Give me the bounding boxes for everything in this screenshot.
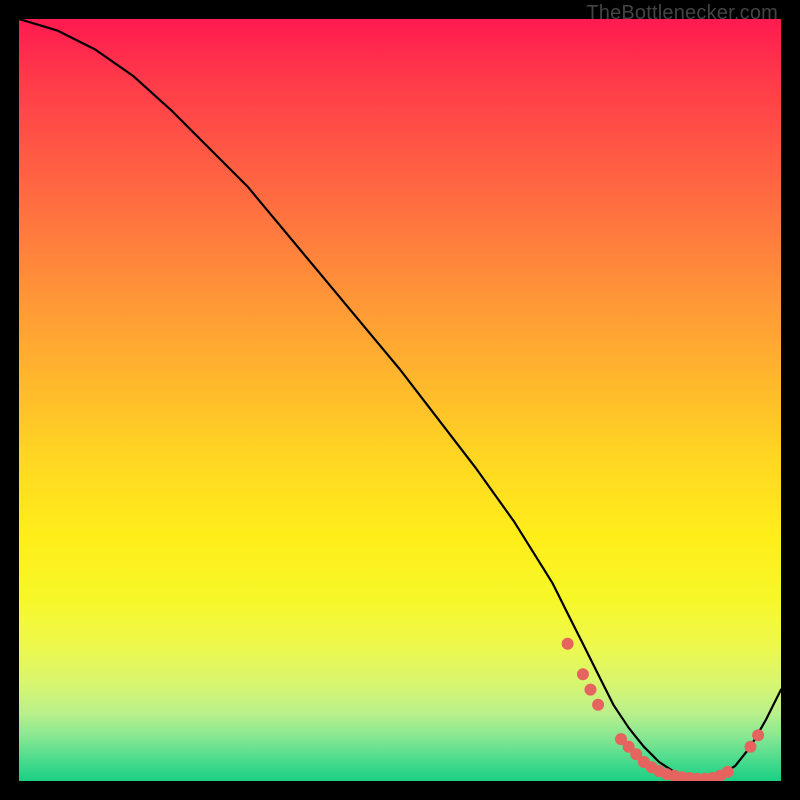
chart-svg (19, 19, 781, 781)
marker-dot (752, 729, 764, 741)
chart-frame: TheBottlenecker.com (0, 0, 800, 800)
marker-dot (745, 741, 757, 753)
series-markers (562, 638, 765, 781)
plot-area (19, 19, 781, 781)
marker-dot (577, 668, 589, 680)
marker-dot (722, 766, 734, 778)
series-curve (19, 19, 781, 779)
marker-dot (562, 638, 574, 650)
marker-dot (585, 684, 597, 696)
marker-dot (592, 699, 604, 711)
